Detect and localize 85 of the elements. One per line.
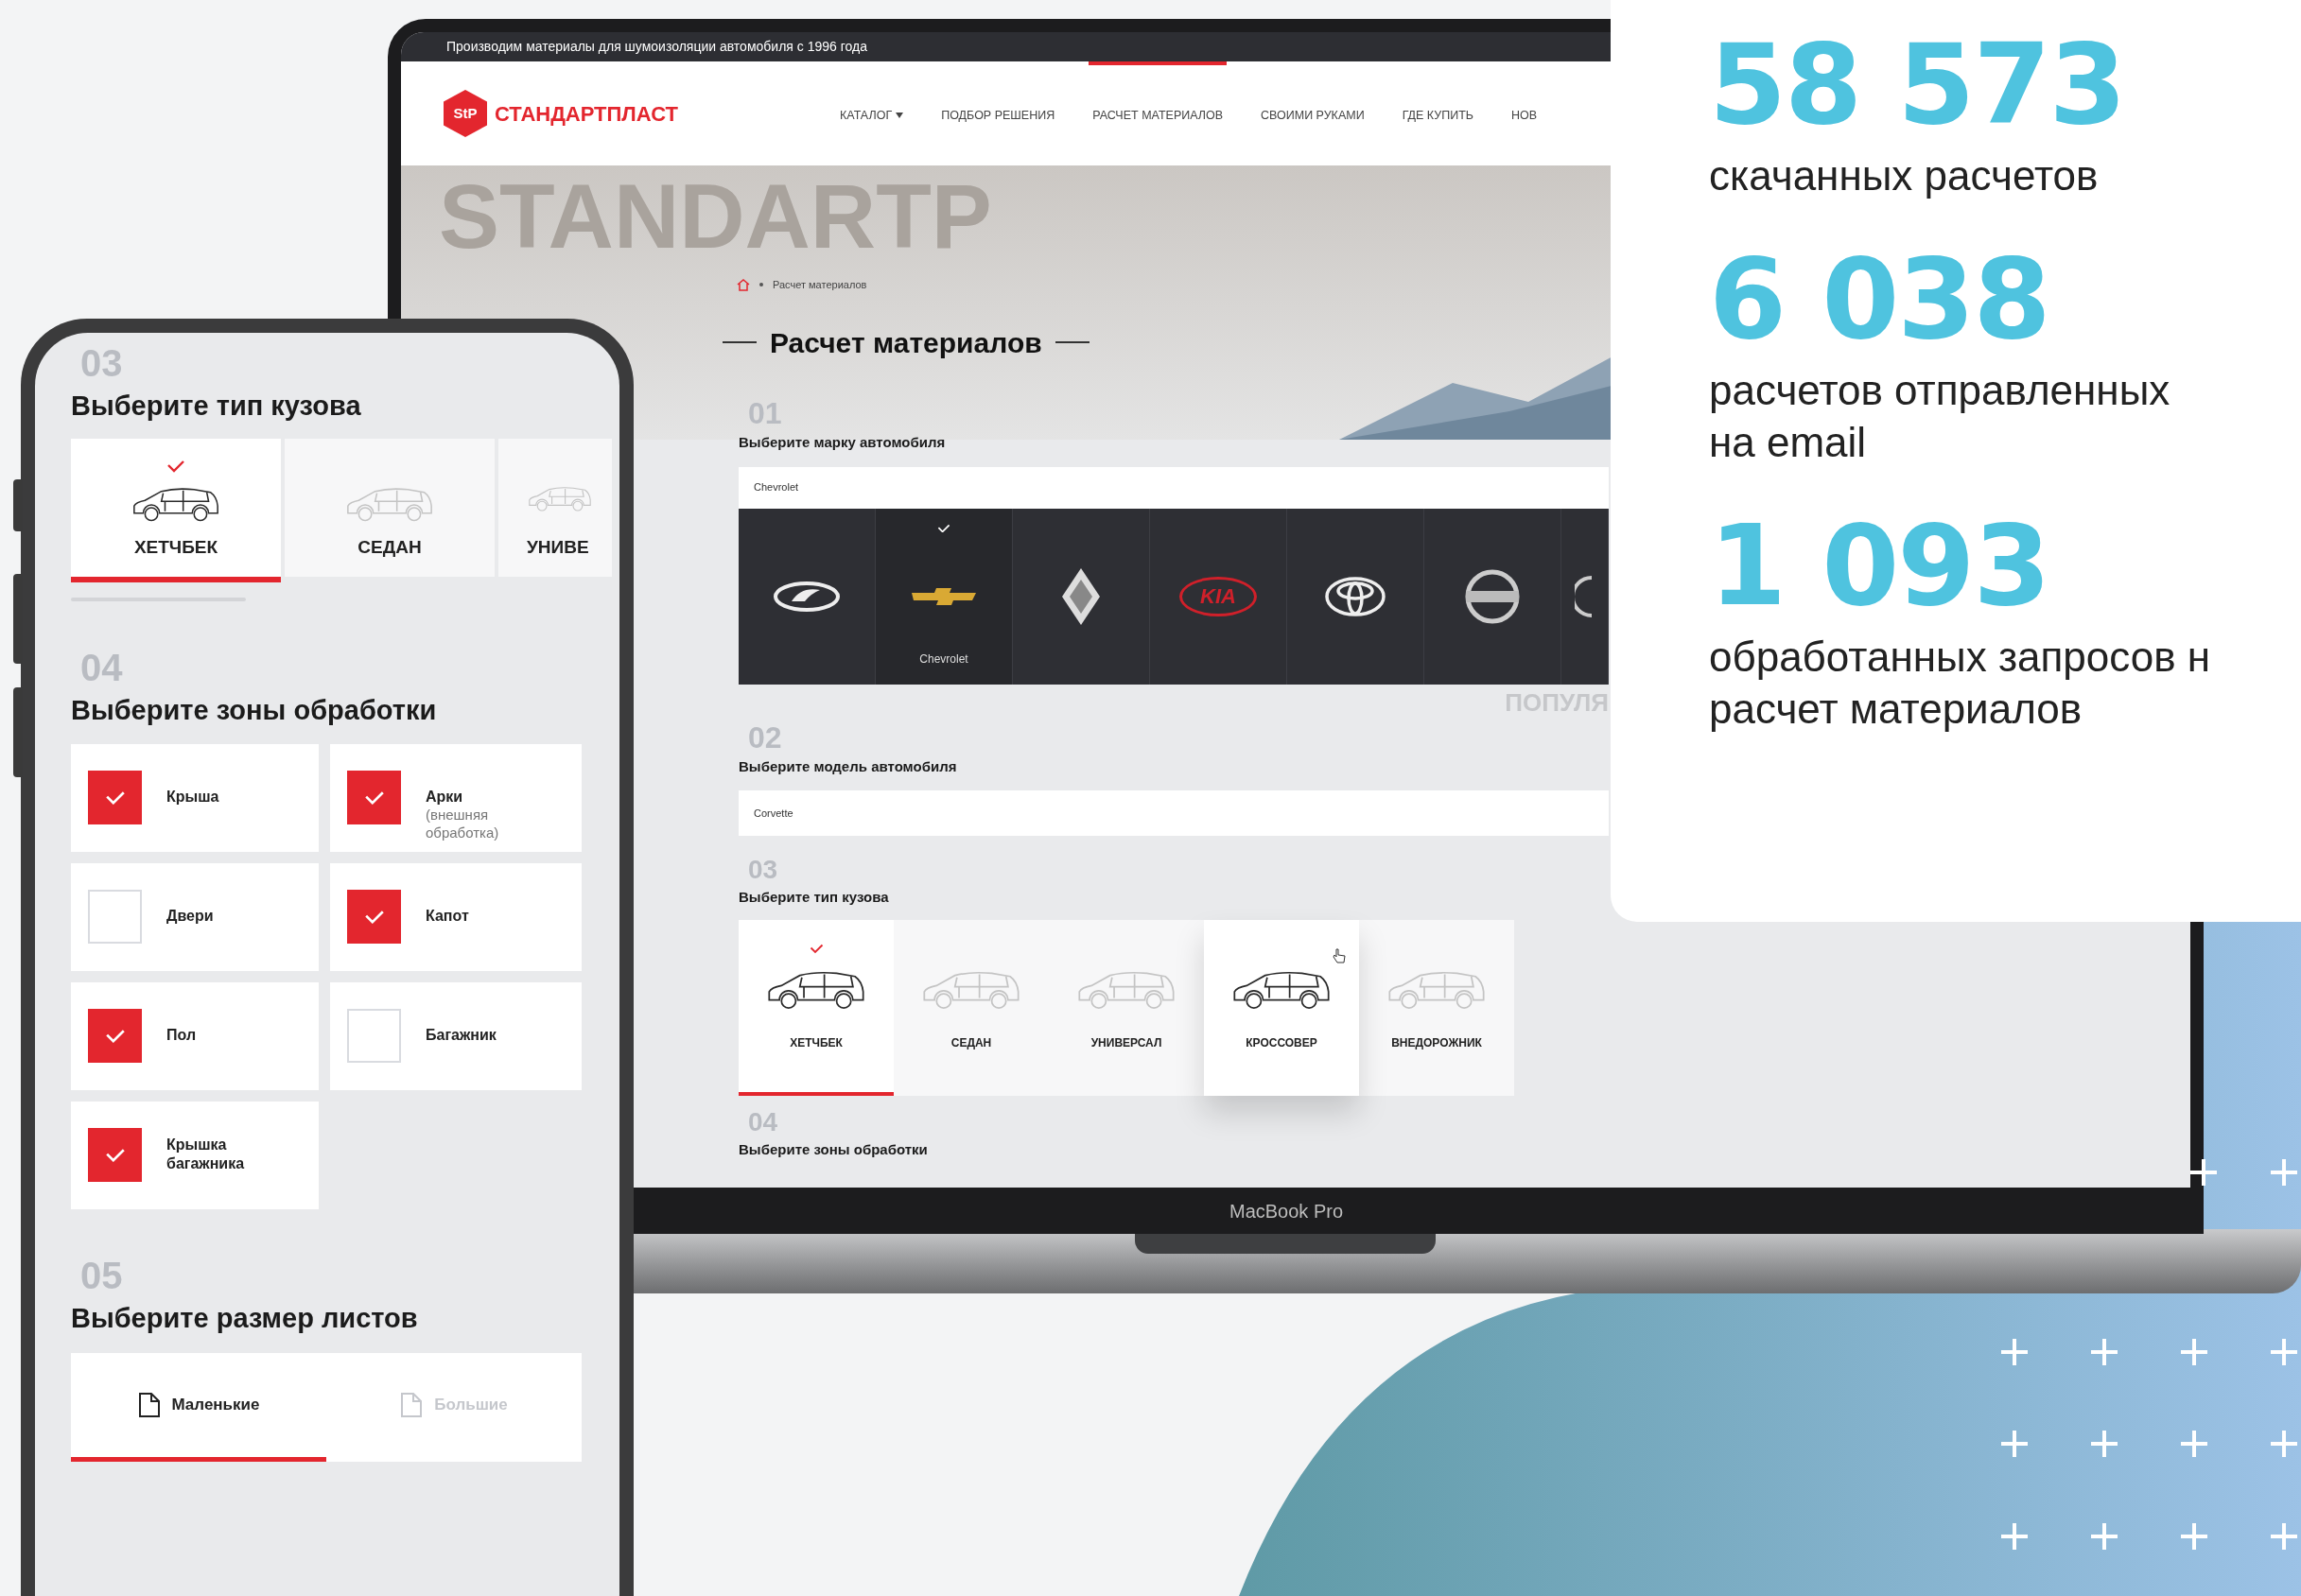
body-type-label: ВНЕДОРОЖНИК [1391, 1034, 1482, 1051]
body-type-card[interactable]: СЕДАН [894, 919, 1049, 1096]
checkbox[interactable] [347, 1009, 401, 1063]
stat-value: 6 038 [1709, 240, 2050, 358]
section-heading: Выберите зоны обработки [71, 693, 437, 727]
zone-label: Двери [166, 907, 214, 926]
checkbox[interactable] [347, 771, 401, 824]
zone-option[interactable]: Пол [71, 982, 319, 1090]
body-type-label: УНИВЕ [527, 536, 589, 559]
zone-option[interactable]: Арки (внешняя обработка) [330, 744, 582, 852]
body-type-label: ХЕТЧБЕК [133, 536, 218, 559]
checkbox[interactable] [88, 890, 142, 944]
zone-label: Багажник [426, 1026, 497, 1045]
check-icon [809, 944, 824, 954]
section-heading: Выберите зоны обработки [739, 1139, 928, 1159]
oval-logo-icon [773, 580, 841, 613]
zone-label: Капот [426, 907, 469, 926]
stat-caption: расчетов отправленных на email [1709, 365, 2171, 467]
body-type-card[interactable]: КРОССОВЕР [1204, 919, 1359, 1096]
section-heading: Выберите модель автомобиля [739, 756, 957, 776]
brand-label: Chevrolet [919, 651, 968, 668]
checkbox[interactable] [347, 890, 401, 944]
ellipses-logo-icon [1324, 575, 1386, 617]
stat-caption: обработанных запросов н расчет материалов [1709, 632, 2212, 734]
brand-tile[interactable]: Chevrolet [876, 508, 1013, 685]
nav-link[interactable]: ГДЕ КУПИТЬ [1398, 61, 1478, 165]
logo-text: СТАНДАРТПЛАСТ [495, 100, 678, 128]
ring-logo-icon [1575, 575, 1594, 617]
body-type-label: КРОССОВЕР [1246, 1034, 1317, 1051]
zone-option[interactable]: Крышка багажника [71, 1102, 319, 1209]
check-icon [104, 1147, 126, 1163]
zone-label: Арки (внешняя обработка) [426, 788, 499, 842]
zone-option[interactable]: Багажник [330, 982, 582, 1090]
model-select-field[interactable]: Corvette [739, 790, 1609, 836]
check-icon [104, 789, 126, 806]
check-icon [937, 523, 950, 533]
zone-option[interactable]: Капот [330, 863, 582, 971]
top-bar-text: Производим материалы для шумоизоляции автомобиля с 1996 года [446, 38, 867, 56]
page-title: Расчет материалов [770, 325, 1042, 360]
check-icon [166, 459, 185, 473]
sheet-size-tab[interactable]: Маленькие [71, 1352, 326, 1462]
section-heading: Выберите размер листов [71, 1302, 418, 1335]
nav-link[interactable]: ПОДБОР РЕШЕНИЯ [937, 61, 1059, 165]
document-icon [137, 1391, 161, 1418]
brand-select-field[interactable]: Chevrolet [739, 466, 1609, 509]
nav-link[interactable]: СВОИМИ РУКАМИ [1257, 61, 1368, 165]
stat-value: 1 093 [1709, 507, 2050, 625]
section-heading: Выберите тип кузова [71, 390, 361, 423]
checkbox[interactable] [88, 1128, 142, 1182]
check-icon [104, 1028, 126, 1044]
laptop-model-label: MacBook Pro [1229, 1199, 1345, 1223]
kia-logo: KIA [1179, 576, 1257, 616]
zone-option[interactable]: Крыша [71, 744, 319, 852]
body-type-card[interactable]: УНИВЕРСАЛ [1049, 919, 1204, 1096]
stat-value: 58 573 [1709, 26, 2126, 144]
hand-cursor-icon [1333, 947, 1346, 963]
stat-caption: скачанных расчетов [1709, 150, 2100, 200]
breadcrumb-text: Расчет материалов [773, 278, 867, 292]
zone-option[interactable]: Двери [71, 863, 319, 971]
breadcrumb-separator [759, 283, 763, 287]
body-type-label: УНИВЕРСАЛ [1090, 1034, 1162, 1051]
document-icon [400, 1391, 424, 1418]
body-type-label: СЕДАН [357, 536, 422, 559]
body-type-card[interactable]: УНИВЕ [498, 438, 612, 577]
bowtie-logo-icon [910, 585, 978, 607]
body-type-card[interactable]: ХЕТЧБЕК [71, 438, 281, 577]
zone-label: Пол [166, 1026, 197, 1045]
body-type-card[interactable]: ВНЕДОРОЖНИК [1359, 919, 1514, 1096]
checkbox[interactable] [88, 771, 142, 824]
body-type-card[interactable]: ХЕТЧБЕК [739, 919, 894, 1096]
home-icon [737, 278, 750, 291]
section-heading: Выберите тип кузова [739, 888, 889, 907]
checkbox[interactable] [88, 1009, 142, 1063]
check-icon [363, 909, 385, 925]
zone-label: Крышка багажника [166, 1136, 245, 1173]
check-icon [363, 789, 385, 806]
ring-logo-icon [1464, 567, 1521, 625]
body-type-card[interactable]: СЕДАН [285, 438, 495, 577]
logo-mark: StP [444, 90, 487, 137]
zone-label: Крыша [166, 788, 219, 807]
body-type-label: ХЕТЧБЕК [790, 1034, 843, 1051]
section-heading: Выберите марку автомобиля [739, 433, 946, 452]
nav-link[interactable]: НОВ [1508, 61, 1542, 165]
nav-link[interactable]: КАТАЛОГ [836, 61, 908, 165]
body-type-label: СЕДАН [950, 1034, 992, 1051]
